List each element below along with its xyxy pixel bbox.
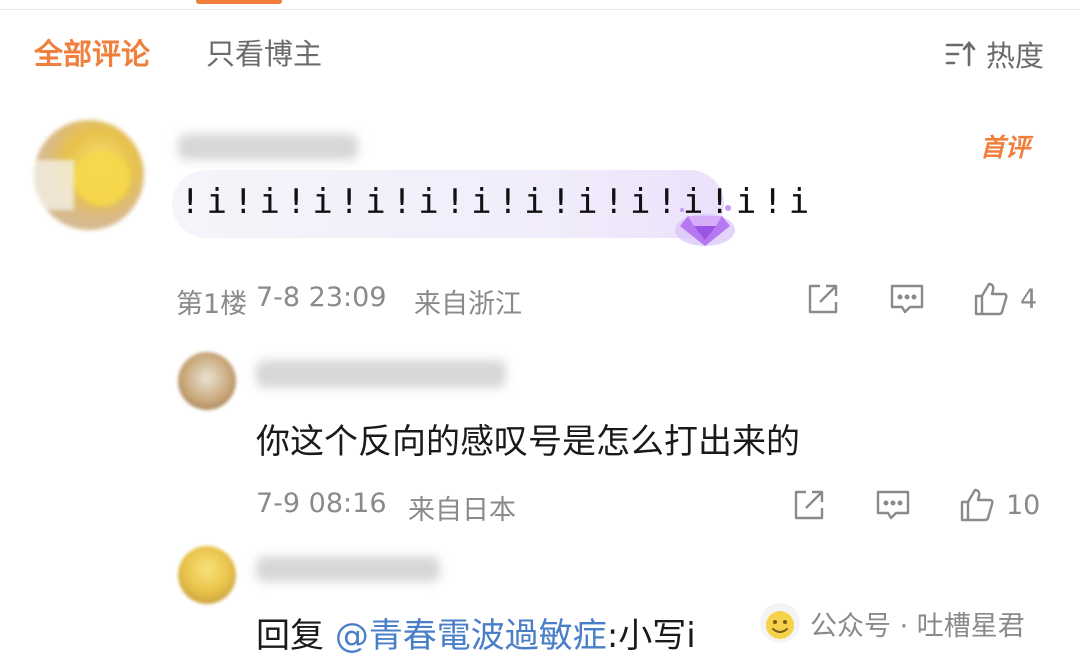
share-button[interactable] (804, 280, 842, 318)
reply-location: 来自日本 (408, 495, 516, 526)
comment-icon (876, 490, 910, 520)
like-count: 4 (1020, 283, 1038, 315)
username-blurred[interactable] (256, 360, 506, 388)
comment-icon (890, 284, 924, 314)
mention-link[interactable]: @青春電波過敏症 (335, 616, 607, 656)
avatar[interactable] (178, 546, 236, 604)
watermark: 公众号 · 吐槽星君 (758, 600, 1025, 646)
top-strip (0, 0, 1080, 10)
wechat-official-account-icon (760, 603, 800, 643)
username-blurred[interactable] (256, 556, 440, 582)
share-button[interactable] (790, 486, 828, 524)
reply-text: 你这个反向的感叹号是怎么打出来的 (256, 422, 800, 462)
watermark-label: 公众号 · 吐槽星君 (810, 610, 1025, 642)
reply-button[interactable] (874, 486, 912, 524)
avatar[interactable] (178, 352, 236, 410)
gem-bubble-icon (675, 205, 735, 246)
username-blurred[interactable] (178, 134, 358, 160)
reply-button[interactable] (888, 280, 926, 318)
comment-location: 来自浙江 (414, 289, 522, 320)
like-button[interactable]: 4 (972, 280, 1037, 318)
like-button[interactable]: 10 (958, 486, 1040, 524)
sort-by-hot-button[interactable]: 热度 (944, 32, 1044, 76)
comment-tabs: 全部评论 只看博主 热度 (0, 32, 1080, 80)
comment-time: 7-8 23:09 (256, 282, 387, 313)
thumbs-up-icon (960, 488, 994, 522)
floor-number: 第1楼 (176, 289, 248, 320)
sort-lines-icon (945, 40, 976, 67)
reply-text: 回复 @青春電波過敏症:小写i (256, 608, 696, 657)
active-tab-indicator (196, 0, 282, 4)
reply-body: :小写i (606, 616, 696, 656)
avatar[interactable] (34, 120, 144, 230)
tab-all-comments[interactable]: 全部评论 (34, 32, 150, 76)
tab-author-only[interactable]: 只看博主 (206, 32, 322, 76)
thumbs-up-icon (974, 282, 1008, 316)
share-icon (808, 284, 838, 314)
reply-time: 7-9 08:16 (256, 488, 387, 519)
share-icon (794, 490, 824, 520)
reply-prefix: 回复 (256, 616, 335, 656)
like-count: 10 (1006, 489, 1041, 521)
sort-label: 热度 (985, 39, 1044, 73)
first-comment-badge: 首评 (980, 133, 1031, 162)
